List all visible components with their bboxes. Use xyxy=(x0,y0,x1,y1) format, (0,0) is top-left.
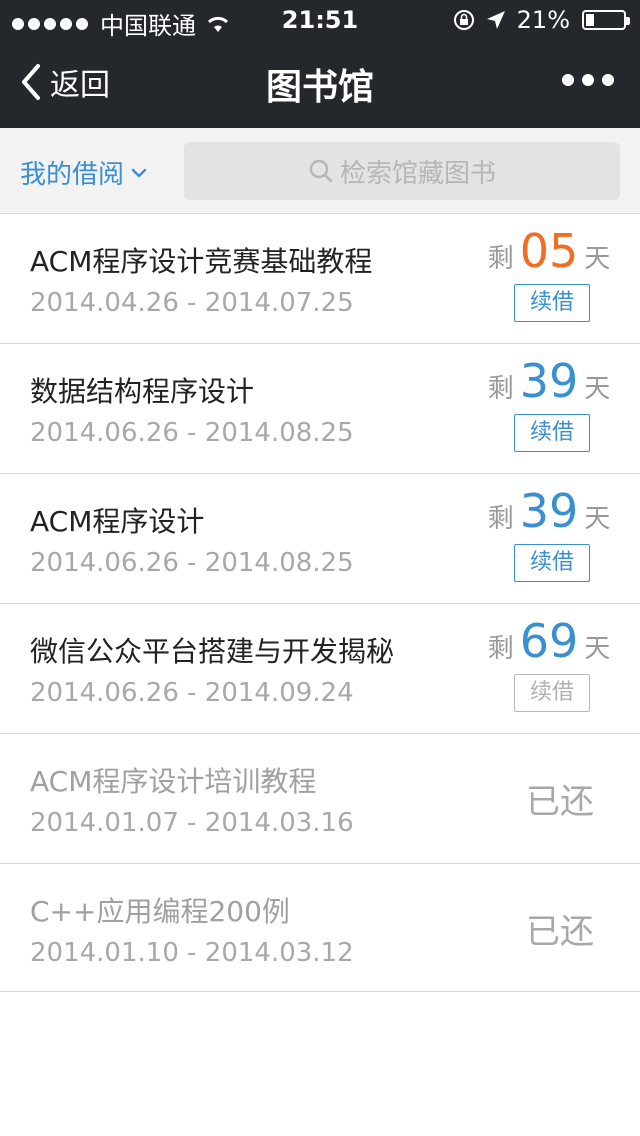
remaining-days: 剩 39 天 xyxy=(484,484,614,538)
search-placeholder: 检索馆藏图书 xyxy=(339,158,496,189)
borrow-dates: 2014.04.26 - 2014.07.25 xyxy=(30,288,354,318)
renew-button[interactable]: 续借 xyxy=(514,284,590,322)
rotation-lock-icon xyxy=(453,10,474,30)
list-item[interactable]: ACM程序设计 2014.06.26 - 2014.08.25 剩 39 天 续… xyxy=(0,474,640,604)
battery-percent: 21% xyxy=(516,6,570,34)
borrow-dates: 2014.01.10 - 2014.03.12 xyxy=(30,938,354,968)
renew-button-disabled: 续借 xyxy=(514,674,590,712)
book-title: ACM程序设计 xyxy=(30,505,205,538)
book-title: ACM程序设计竞赛基础教程 xyxy=(30,245,373,278)
filter-dropdown-label: 我的借阅 xyxy=(20,160,125,190)
remaining-days-number: 05 xyxy=(519,224,579,278)
remaining-label: 剩 xyxy=(487,374,514,404)
more-dot xyxy=(602,74,614,86)
remaining-days: 剩 69 天 xyxy=(484,614,614,668)
days-unit: 天 xyxy=(584,504,611,534)
book-title: C++应用编程200例 xyxy=(30,895,290,928)
borrow-dates: 2014.06.26 - 2014.09.24 xyxy=(30,678,354,708)
remaining-days-number: 39 xyxy=(519,354,579,408)
list-item[interactable]: 数据结构程序设计 2014.06.26 - 2014.08.25 剩 39 天 … xyxy=(0,344,640,474)
list-item[interactable]: C++应用编程200例 2014.01.10 - 2014.03.12 已还 xyxy=(0,864,640,992)
more-dot xyxy=(562,74,574,86)
book-title: ACM程序设计培训教程 xyxy=(30,765,317,798)
list-item[interactable]: 微信公众平台搭建与开发揭秘 2014.06.26 - 2014.09.24 剩 … xyxy=(0,604,640,734)
borrow-filter-dropdown[interactable]: 我的借阅 xyxy=(20,154,148,191)
chevron-down-icon xyxy=(131,168,147,178)
returned-status: 已还 xyxy=(526,912,594,952)
borrow-dates: 2014.01.07 - 2014.03.16 xyxy=(30,808,354,838)
renew-button[interactable]: 续借 xyxy=(514,414,590,452)
days-unit: 天 xyxy=(584,244,611,274)
days-unit: 天 xyxy=(584,634,611,664)
remaining-days: 剩 39 天 xyxy=(484,354,614,408)
list-item[interactable]: ACM程序设计竞赛基础教程 2014.04.26 - 2014.07.25 剩 … xyxy=(0,214,640,344)
filter-bar: 我的借阅 检索馆藏图书 xyxy=(0,128,640,214)
remaining-days: 剩 05 天 xyxy=(484,224,614,278)
page-title: 图书馆 xyxy=(265,67,374,108)
renew-button[interactable]: 续借 xyxy=(514,544,590,582)
status-bar: 中国联通 21:51 21% xyxy=(0,0,640,40)
search-input[interactable]: 检索馆藏图书 xyxy=(184,142,620,200)
returned-status: 已还 xyxy=(526,782,594,822)
remaining-label: 剩 xyxy=(487,244,514,274)
days-unit: 天 xyxy=(584,374,611,404)
borrow-dates: 2014.06.26 - 2014.08.25 xyxy=(30,418,354,448)
borrow-dates: 2014.06.26 - 2014.08.25 xyxy=(30,548,354,578)
battery-icon xyxy=(582,10,630,30)
more-dot xyxy=(582,74,594,86)
remaining-label: 剩 xyxy=(487,634,514,664)
status-right: 21% xyxy=(453,6,630,34)
battery-level-fill xyxy=(586,14,594,26)
book-title: 数据结构程序设计 xyxy=(30,375,255,408)
search-icon xyxy=(309,159,333,183)
book-title: 微信公众平台搭建与开发揭秘 xyxy=(30,635,395,668)
remaining-days-number: 39 xyxy=(519,484,579,538)
remaining-days-number: 69 xyxy=(519,614,579,668)
remaining-label: 剩 xyxy=(487,504,514,534)
list-item[interactable]: ACM程序设计培训教程 2014.01.07 - 2014.03.16 已还 xyxy=(0,734,640,864)
top-bar: 中国联通 21:51 21% 返回 图书馆 xyxy=(0,0,640,128)
nav-bar: 返回 图书馆 xyxy=(0,40,640,128)
location-arrow-icon xyxy=(486,11,505,29)
borrow-list: ACM程序设计竞赛基础教程 2014.04.26 - 2014.07.25 剩 … xyxy=(0,214,640,992)
more-menu-button[interactable] xyxy=(562,74,614,86)
